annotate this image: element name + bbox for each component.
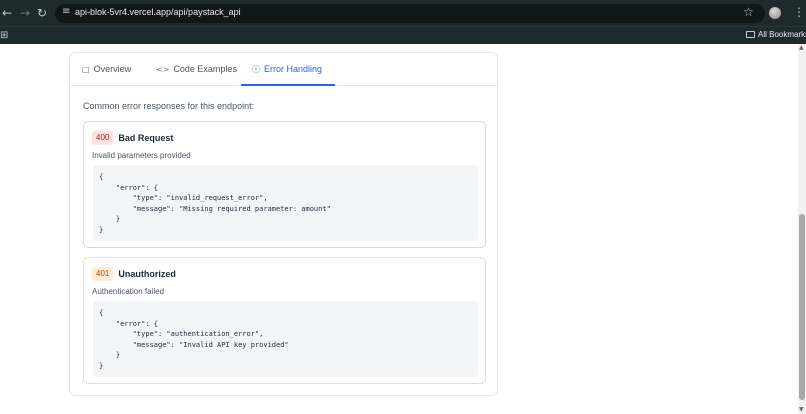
api-docs-card: □ Overview <> Code Examples ⓘ Error Handlin…: [69, 52, 498, 396]
status-badge: 400: [92, 131, 114, 145]
all-bookmarks-label: All Bookmarks: [758, 30, 806, 39]
alert-circle-icon: ⓘ: [252, 65, 260, 74]
tab-overview-label: Overview: [93, 64, 132, 74]
scrollbar-thumb[interactable]: [799, 214, 805, 400]
site-settings-icon[interactable]: ≡: [62, 6, 70, 17]
page-scrollbar[interactable]: ▲ ▼: [798, 44, 806, 414]
error-title: Unauthorized: [118, 269, 176, 279]
error-json: { "error": { "type": "authentication_err…: [99, 309, 289, 370]
browser-menu-icon[interactable]: ⋮: [793, 5, 805, 19]
reload-icon[interactable]: ↻: [37, 5, 47, 21]
forward-arrow-icon[interactable]: →: [20, 5, 30, 21]
error-header: 400 Bad Request: [92, 131, 173, 145]
bookmark-star-icon[interactable]: ☆: [743, 5, 754, 19]
tab-code-examples-label: Code Examples: [173, 64, 237, 74]
status-badge: 401: [92, 267, 114, 281]
tab-overview[interactable]: □ Overview: [82, 53, 131, 86]
error-description: Authentication failed: [92, 287, 165, 296]
address-bar[interactable]: ≡ api-blok-5vr4.vercel.app/api/paystack_…: [55, 4, 765, 23]
all-bookmarks-button[interactable]: All Bookmarks: [746, 30, 806, 39]
bookmarks-bar: ⊞ All Bookmarks: [0, 26, 806, 44]
code-block: { "error": { "type": "authentication_err…: [93, 301, 478, 377]
tab-bar: □ Overview <> Code Examples ⓘ Error Handlin…: [70, 53, 497, 86]
code-icon: <>: [156, 65, 170, 74]
code-block: { "error": { "type": "invalid_request_er…: [93, 165, 478, 241]
error-card-401: 401 Unauthorized Authentication failed { …: [83, 257, 486, 384]
tab-error-handling-label: Error Handling: [264, 64, 323, 74]
back-arrow-icon[interactable]: ←: [2, 5, 12, 21]
scroll-down-arrow-icon[interactable]: ▼: [799, 406, 804, 413]
tab-code-examples[interactable]: <> Code Examples: [156, 53, 237, 86]
error-intro-text: Common error responses for this endpoint…: [83, 101, 255, 111]
profile-avatar[interactable]: [769, 7, 781, 19]
page-content: □ Overview <> Code Examples ⓘ Error Handlin…: [0, 44, 798, 414]
browser-toolbar: ← → ↻ ≡ api-blok-5vr4.vercel.app/api/pay…: [0, 0, 806, 26]
url-text[interactable]: api-blok-5vr4.vercel.app/api/paystack_ap…: [75, 7, 241, 17]
book-icon: □: [82, 65, 90, 74]
error-card-400: 400 Bad Request Invalid parameters provid…: [83, 121, 486, 248]
error-header: 401 Unauthorized: [92, 267, 176, 281]
error-title: Bad Request: [118, 133, 174, 143]
tab-error-handling[interactable]: ⓘ Error Handling: [241, 53, 335, 86]
scroll-up-arrow-icon[interactable]: ▲: [799, 44, 804, 51]
error-json: { "error": { "type": "invalid_request_er…: [99, 173, 331, 234]
apps-grid-icon[interactable]: ⊞: [0, 30, 8, 41]
folder-icon: [746, 31, 755, 38]
error-description: Invalid parameters provided: [92, 151, 191, 160]
